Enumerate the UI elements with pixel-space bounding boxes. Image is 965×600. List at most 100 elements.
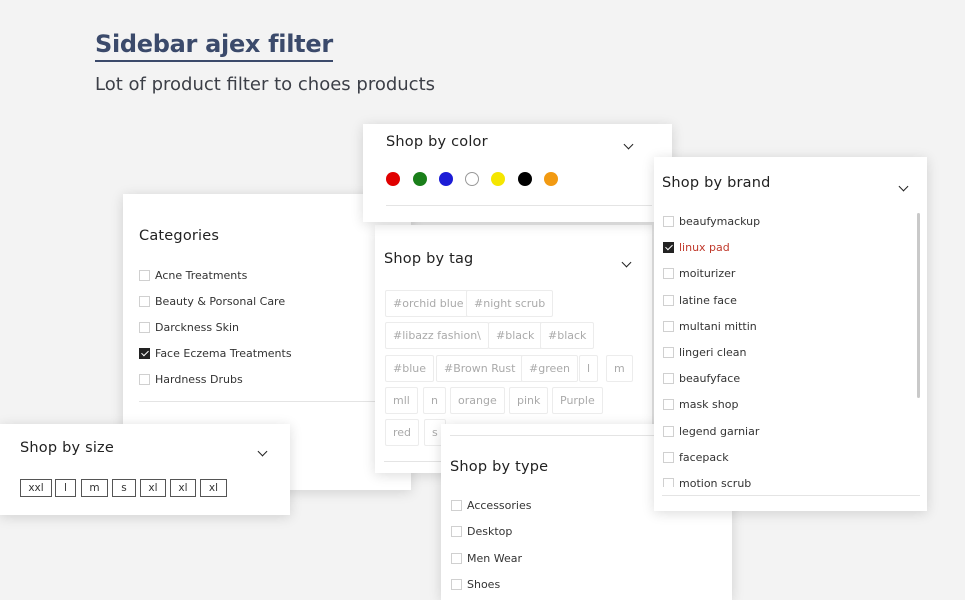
brand-item[interactable]: legend garniar [663,425,759,438]
type-label: Men Wear [467,552,522,565]
type-checkbox[interactable] [451,500,462,511]
color-panel: Shop by color [363,124,672,222]
color-chevron-icon[interactable] [623,139,634,150]
brand-checkbox[interactable] [663,242,674,254]
brand-item[interactable]: facepack [663,451,729,464]
tag-chip[interactable]: Purple [552,387,603,414]
category-label: Face Eczema Treatments [155,347,292,360]
brand-item[interactable]: multani mittin [663,320,757,333]
size-option[interactable]: xl [200,479,227,497]
size-chevron-icon[interactable] [257,446,268,457]
type-label: Accessories [467,499,532,512]
tag-chip[interactable]: m [606,355,633,382]
brand-checkbox[interactable] [663,320,674,332]
brand-label: beaufyface [679,372,741,386]
category-item[interactable]: Beauty & Porsonal Care [139,295,285,308]
brand-checkbox[interactable] [663,294,674,306]
color-swatch[interactable] [544,172,558,186]
size-option[interactable]: xl [140,479,166,497]
brand-item[interactable]: linux pad [663,241,730,254]
type-checkbox[interactable] [451,526,462,537]
color-swatch[interactable] [413,172,427,186]
color-swatch[interactable] [518,172,532,186]
color-divider [386,205,652,206]
brand-checkbox[interactable] [663,216,674,227]
brand-label: motion scrub [679,477,752,487]
brand-label: moiturizer [679,267,736,281]
tag-chip[interactable]: #night scrub [466,290,554,317]
type-item[interactable]: Desktop [451,525,512,538]
page-title: Sidebar ajex filter [95,30,333,62]
category-item[interactable]: Darckness Skin [139,321,239,334]
type-checkbox[interactable] [451,553,462,564]
tag-chip[interactable]: #blue [385,355,434,382]
tag-chip[interactable]: pink [509,387,549,414]
brand-item[interactable]: moiturizer [663,267,735,280]
category-item[interactable]: Acne Treatments [139,269,247,282]
brand-checkbox[interactable] [663,478,674,487]
brand-label: legend garniar [679,424,760,438]
brand-label: mask shop [679,398,739,412]
type-item[interactable]: Accessories [451,499,531,512]
color-swatch[interactable] [465,172,479,186]
color-swatch[interactable] [491,172,505,186]
brand-item[interactable]: beaufyface [663,372,740,385]
category-checkbox[interactable] [139,348,150,359]
size-option[interactable]: l [55,479,76,497]
tag-chip[interactable]: #black [540,322,595,349]
category-checkbox[interactable] [139,374,150,385]
category-item[interactable]: Face Eczema Treatments [139,347,292,360]
brand-label: lingeri clean [679,346,747,359]
brand-checkbox[interactable] [663,347,674,358]
tag-chip[interactable]: n [423,387,446,414]
tag-chip[interactable]: orange [450,387,505,414]
brand-item[interactable]: lingeri clean [663,346,747,359]
brand-checkbox[interactable] [663,425,674,437]
brand-item[interactable]: beaufymackup [663,215,760,228]
category-label: Darckness Skin [155,321,239,334]
tag-chip[interactable]: #black [488,322,543,349]
category-item[interactable]: Hardness Drubs [139,373,243,386]
size-option[interactable]: s [112,479,136,497]
tag-chip[interactable]: mll [385,387,418,414]
brand-item[interactable]: mask shop [663,398,738,411]
brand-label: latine face [679,293,737,307]
size-option[interactable]: xxl [20,479,52,497]
brand-item[interactable]: motion scrub [663,477,751,487]
type-item[interactable]: Shoes [451,578,500,591]
brand-checkbox[interactable] [663,373,674,385]
tag-chip[interactable]: #libazz fashion\ [385,322,489,349]
tag-chip[interactable]: #green [521,355,578,382]
brand-label: linux pad [679,241,730,255]
category-label: Hardness Drubs [155,373,243,386]
brand-label: facepack [679,450,729,464]
categories-divider [139,401,379,402]
color-swatch[interactable] [439,172,453,186]
size-option[interactable]: m [81,479,108,497]
category-checkbox[interactable] [139,322,150,333]
tag-chip[interactable]: red [385,419,420,446]
color-swatch[interactable] [386,172,400,186]
brand-item[interactable]: latine face [663,294,737,307]
category-checkbox[interactable] [139,296,150,307]
tag-chip[interactable]: l [579,355,599,382]
category-label: Beauty & Porsonal Care [155,295,286,308]
category-checkbox[interactable] [139,270,150,281]
type-label: Shoes [467,578,501,591]
brand-scrollbar[interactable] [917,213,920,398]
brand-label: multani mittin [679,319,757,333]
tag-chevron-icon[interactable] [621,257,632,268]
brand-checkbox[interactable] [663,451,674,463]
size-option[interactable]: xl [170,479,196,497]
categories-title: Categories [139,228,220,244]
brand-checkbox[interactable] [663,399,674,411]
tag-chip[interactable]: #Brown Rust [436,355,524,382]
tag-chip[interactable]: #orchid blue [385,290,472,317]
type-item[interactable]: Men Wear [451,552,522,565]
type-title: Shop by type [450,459,549,475]
title-underline [95,60,333,62]
size-title: Shop by size [20,440,114,456]
page-title-text: Sidebar ajex filter [95,30,333,58]
brand-checkbox[interactable] [663,268,674,280]
type-checkbox[interactable] [451,579,462,590]
